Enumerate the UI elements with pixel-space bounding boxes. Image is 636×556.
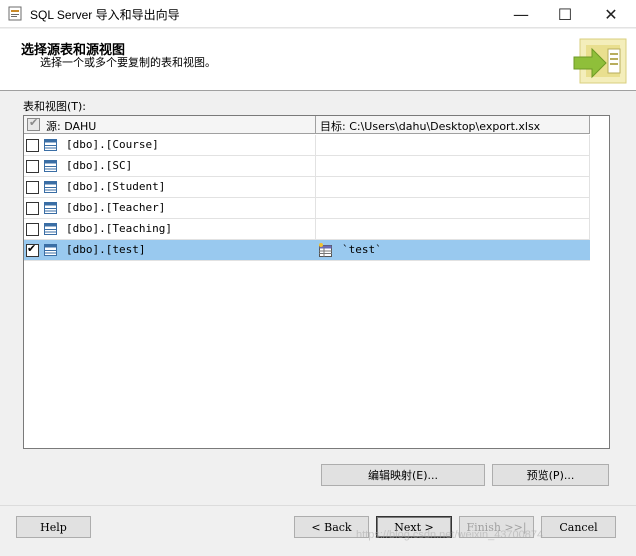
source-cell[interactable]: [dbo].[test] — [24, 240, 316, 260]
source-cell[interactable]: [dbo].[Course] — [24, 135, 316, 155]
source-cell[interactable]: [dbo].[SC] — [24, 156, 316, 176]
source-table-name: [dbo].[Student] — [66, 180, 166, 193]
table-row[interactable]: [dbo].[Student] — [24, 177, 590, 198]
table-icon — [44, 160, 57, 172]
title-bar: SQL Server 导入和导出向导 — ☐ ✕ — [0, 0, 636, 28]
wizard-header: 选择源表和源视图 选择一个或多个要复制的表和视图。 — [0, 29, 636, 91]
source-column-header[interactable]: 源: DAHU — [24, 116, 316, 134]
row-checkbox[interactable] — [26, 202, 39, 215]
source-table-name: [dbo].[Teacher] — [66, 201, 166, 214]
table-icon — [44, 223, 57, 235]
source-cell[interactable]: [dbo].[Student] — [24, 177, 316, 197]
window-title: SQL Server 导入和导出向导 — [30, 8, 180, 22]
table-row[interactable]: [dbo].[Teaching] — [24, 219, 590, 240]
destination-cell[interactable] — [316, 156, 590, 176]
watermark-text: https://blog.csdn.net/weixin_43700874 — [356, 529, 544, 541]
grid-header: 源: DAHU 目标: C:\Users\dahu\Desktop\export… — [24, 116, 590, 134]
source-cell[interactable]: [dbo].[Teaching] — [24, 219, 316, 239]
source-table-name: [dbo].[Teaching] — [66, 222, 172, 235]
table-row[interactable]: [dbo].[SC] — [24, 156, 590, 177]
close-button[interactable]: ✕ — [588, 0, 634, 28]
maximize-button[interactable]: ☐ — [542, 0, 588, 28]
minimize-icon: — — [513, 4, 529, 24]
destination-cell[interactable] — [316, 198, 590, 218]
footer-divider — [0, 505, 636, 506]
row-checkbox[interactable] — [26, 223, 39, 236]
table-row[interactable]: [dbo].[Course] — [24, 135, 590, 156]
table-icon — [44, 181, 57, 193]
table-icon — [44, 202, 57, 214]
destination-cell[interactable] — [316, 135, 590, 155]
edit-mappings-button[interactable]: 编辑映射(E)... — [321, 464, 485, 486]
close-icon: ✕ — [604, 4, 618, 24]
tables-and-views-label: 表和视图(T): — [23, 100, 87, 113]
preview-button[interactable]: 预览(P)... — [492, 464, 609, 486]
destination-column-header[interactable]: 目标: C:\Users\dahu\Desktop\export.xlsx — [316, 116, 590, 134]
row-checkbox[interactable] — [26, 160, 39, 173]
wizard-export-icon — [573, 38, 627, 84]
tables-grid[interactable]: 源: DAHU 目标: C:\Users\dahu\Desktop\export… — [23, 115, 610, 449]
destination-cell[interactable] — [316, 219, 590, 239]
help-button[interactable]: Help — [16, 516, 91, 538]
new-table-icon — [319, 243, 332, 257]
page-subtitle: 选择一个或多个要复制的表和视图。 — [40, 56, 216, 69]
source-table-name: [dbo].[Course] — [66, 138, 159, 151]
source-header-label: 源: DAHU — [46, 120, 97, 133]
row-checkbox[interactable] — [26, 242, 39, 257]
destination-cell[interactable]: `test` — [316, 240, 590, 260]
table-row-selected[interactable]: [dbo].[test] `test` — [24, 240, 590, 261]
maximize-icon: ☐ — [557, 4, 573, 24]
row-checkbox[interactable] — [26, 139, 39, 152]
table-row[interactable]: [dbo].[Teacher] — [24, 198, 590, 219]
source-table-name: [dbo].[test] — [66, 243, 146, 256]
source-table-name: [dbo].[SC] — [66, 159, 133, 172]
row-checkbox[interactable] — [26, 181, 39, 194]
source-cell[interactable]: [dbo].[Teacher] — [24, 198, 316, 218]
table-icon — [44, 244, 57, 256]
destination-header-label: 目标: C:\Users\dahu\Desktop\export.xlsx — [320, 120, 541, 133]
minimize-button[interactable]: — — [498, 0, 544, 28]
table-icon — [44, 139, 57, 151]
destination-table-name: `test` — [342, 243, 382, 256]
destination-cell[interactable] — [316, 177, 590, 197]
cancel-button[interactable]: Cancel — [541, 516, 616, 538]
select-all-checkbox[interactable] — [27, 116, 40, 131]
app-icon — [8, 6, 22, 21]
